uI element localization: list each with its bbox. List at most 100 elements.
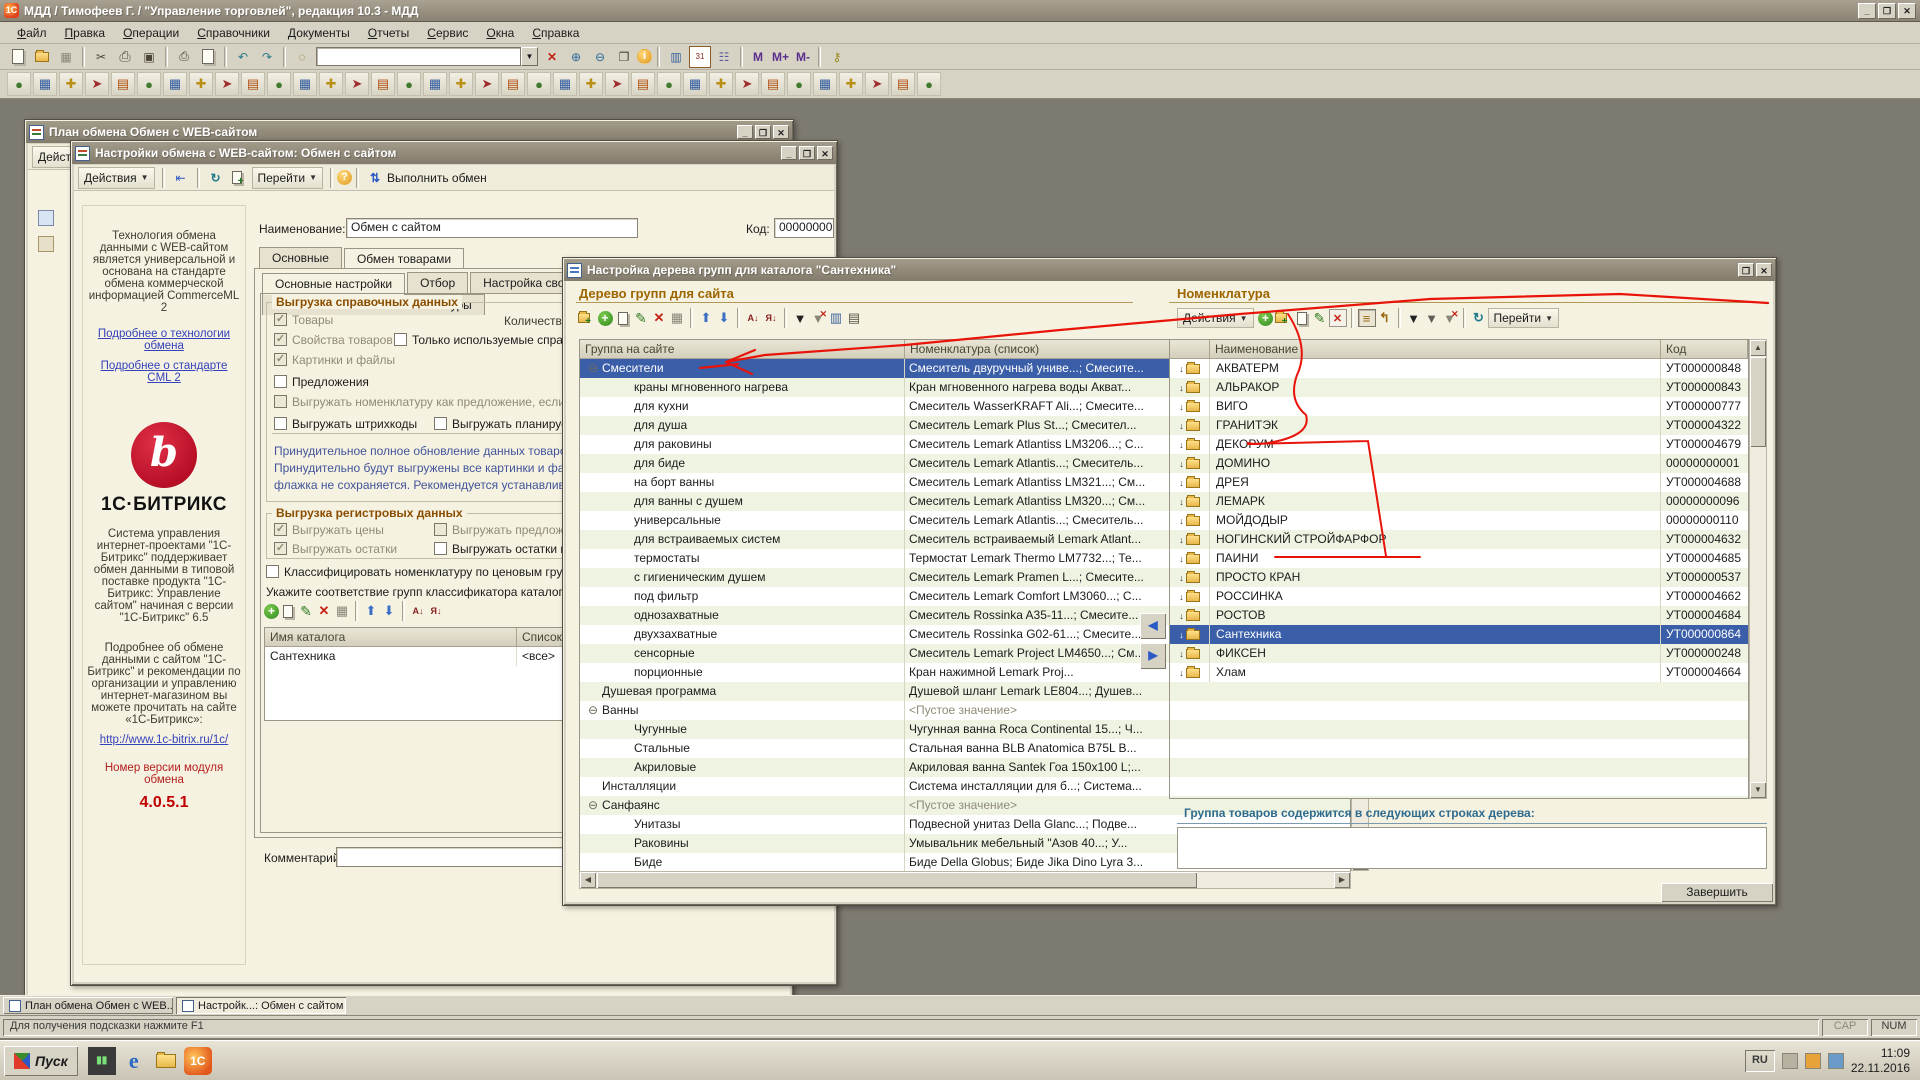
planning-icon[interactable] [553,72,577,96]
run-exchange-button[interactable]: Выполнить обмен [387,171,487,185]
export-prices-checkbox[interactable]: ✓Выгружать цены [274,523,384,537]
move-right-button[interactable]: ▶ [1140,643,1166,669]
maximize-button[interactable]: ❐ [1738,263,1754,277]
move-up-icon[interactable] [697,309,715,327]
window-button[interactable]: Настройк...: Обмен с сайтом [176,997,346,1014]
save-icon[interactable] [55,46,77,68]
calendar-icon[interactable]: 31 [689,46,711,68]
nomenclature-row[interactable]: ↓ РОССИНКА УТ000004662 [1170,587,1748,606]
scroll-left-icon[interactable]: ◀ [580,872,596,888]
new-icon[interactable] [7,46,29,68]
tree-hscrollbar[interactable]: ◀ ▶ [579,871,1351,889]
payment-icon[interactable] [501,72,525,96]
add-copy-icon[interactable] [614,309,632,327]
nomenclature-row[interactable]: ↓ ДРЕЯ УТ000004688 [1170,473,1748,492]
close-button[interactable]: ✕ [817,146,833,160]
columns-settings-icon[interactable] [827,309,845,327]
transfer-icon[interactable] [657,72,681,96]
order-icon[interactable] [241,72,265,96]
window-button[interactable]: План обмена Обмен с WEB... [3,997,173,1014]
finish-setup-button[interactable]: Завершить настройку [1661,883,1773,902]
clear-filter-icon[interactable] [1441,309,1459,327]
tray-icon[interactable] [1782,1053,1798,1069]
move-down-icon[interactable] [380,602,398,620]
sale-icon[interactable] [267,72,291,96]
subtab[interactable]: Основные настройки [262,273,405,295]
paste-icon[interactable]: ▣ [138,46,160,68]
filter-settings-icon[interactable] [1405,309,1423,327]
start-button[interactable]: Пуск [4,1046,78,1076]
menu-item[interactable]: Отчеты [359,23,419,43]
journal-icon[interactable] [85,72,109,96]
report-icon[interactable] [59,72,83,96]
warehouse-icon[interactable] [631,72,655,96]
scroll-up-icon[interactable]: ▲ [1750,340,1766,356]
minimize-button[interactable]: _ [1858,3,1876,19]
minimize-button[interactable]: _ [737,125,753,139]
tray-icon[interactable] [1805,1053,1821,1069]
menu-item[interactable]: Файл [8,23,56,43]
zoom-out-icon[interactable]: ⊖ [589,46,611,68]
nomenclature-row[interactable]: ↓ ВИГО УТ000000777 [1170,397,1748,416]
close-button[interactable]: ✕ [773,125,789,139]
list-settings-icon[interactable] [845,309,863,327]
menu-item[interactable]: Документы [279,23,359,43]
help-icon[interactable]: ? [337,170,352,185]
nomenclature-row[interactable]: ↓ ФИКСЕН УТ000000248 [1170,644,1748,663]
close-button[interactable]: ✕ [1898,3,1916,19]
sort-asc-icon[interactable]: А↓ [744,309,762,327]
collapse-icon[interactable]: ⊖ [588,359,602,377]
exchange-icon[interactable] [7,72,31,96]
nomenclature-row[interactable]: ↓ ГРАНИТЭК УТ000004322 [1170,416,1748,435]
collapse-icon[interactable]: ⊖ [588,796,602,814]
nomenclature-row[interactable]: ↓ ДЕКОРУМ УТ000004679 [1170,435,1748,454]
nomenclature-row[interactable]: ↓ РОСТОВ УТ000004684 [1170,606,1748,625]
minimize-button[interactable]: _ [781,146,797,160]
edit-icon[interactable] [632,309,650,327]
service-icon[interactable] [917,72,941,96]
move-down-icon[interactable] [715,309,733,327]
equipment-icon[interactable] [813,72,837,96]
web-icon[interactable] [839,72,863,96]
memory-button[interactable]: М- [792,47,814,67]
menu-item[interactable]: Правка [56,23,115,43]
copy-icon[interactable] [114,46,136,68]
refresh-icon[interactable] [205,167,227,189]
add-copy-icon[interactable] [1293,309,1311,327]
language-indicator[interactable]: RU [1745,1050,1775,1072]
scroll-right-icon[interactable]: ▶ [1334,872,1350,888]
purchase-icon[interactable] [293,72,317,96]
delete-icon[interactable] [315,602,333,620]
nomenclature-row[interactable]: ↓ АКВАТЕРМ УТ000000848 [1170,359,1748,378]
name-field[interactable]: Обмен с сайтом [346,218,638,238]
print-icon[interactable] [33,72,57,96]
counterparty-icon[interactable] [111,72,135,96]
add-group-icon[interactable]: + [1275,309,1293,327]
collapse-icon[interactable]: ⊖ [588,701,602,719]
catalog-icon[interactable] [215,72,239,96]
add-icon[interactable]: + [264,604,279,619]
cut-icon[interactable]: ✂ [90,46,112,68]
invoice-icon[interactable] [475,72,499,96]
barcodes-checkbox[interactable]: Выгружать штрихкоды [274,417,417,431]
run-exchange-icon[interactable] [364,167,386,189]
barcode-icon[interactable] [787,72,811,96]
actions-menu[interactable]: Действия▼ [1177,308,1254,328]
search-dropdown-icon[interactable]: ▼ [521,47,538,66]
customer-icon[interactable] [449,72,473,96]
menu-item[interactable]: Справка [523,23,588,43]
commission-icon[interactable] [761,72,785,96]
nomenclature-row[interactable]: ↓ АЛЬРАКОР УТ000000843 [1170,378,1748,397]
delete-icon[interactable] [1329,309,1347,327]
maximize-button[interactable]: ❐ [755,125,771,139]
analysis-icon[interactable] [527,72,551,96]
search-input[interactable] [316,47,521,66]
offers-checkbox[interactable]: Предложения [274,375,369,389]
menu-item[interactable]: Сервис [418,23,477,43]
sort-asc-icon[interactable]: А↓ [409,602,427,620]
tax-icon[interactable] [605,72,629,96]
maximize-button[interactable]: ❐ [799,146,815,160]
supplier-icon[interactable] [423,72,447,96]
money-icon[interactable] [345,72,369,96]
bitrix-url-link[interactable]: http://www.1c-bitrix.ru/1c/ [87,734,241,746]
